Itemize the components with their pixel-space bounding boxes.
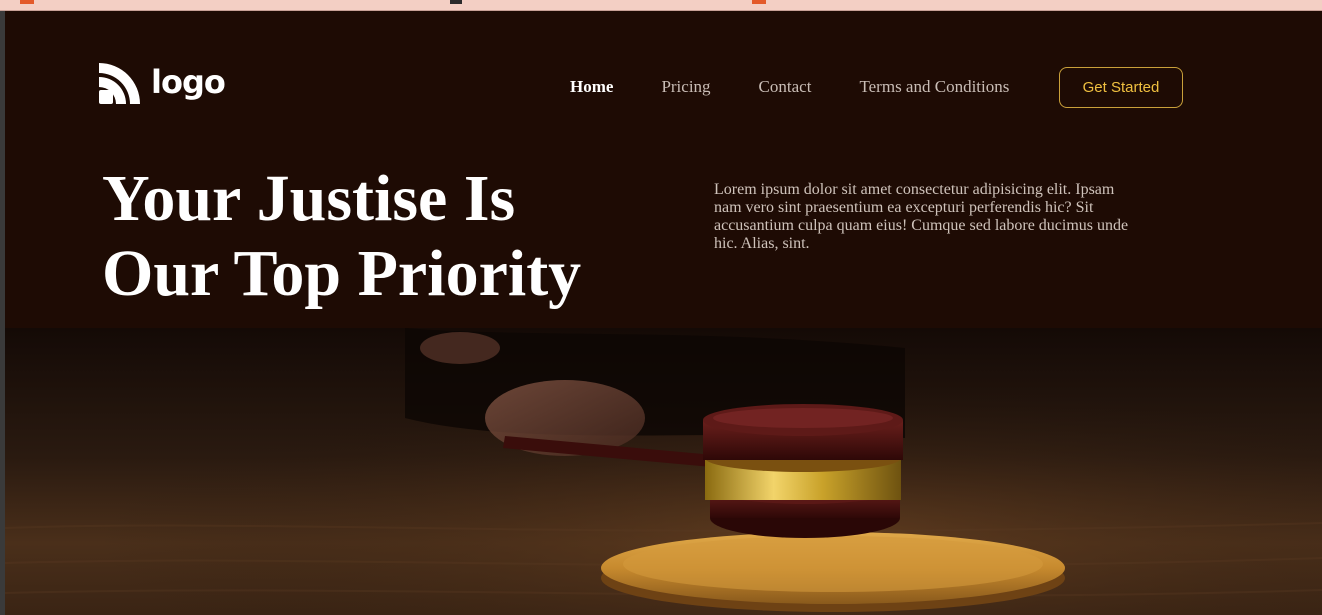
nav-item-contact[interactable]: Contact: [759, 77, 812, 97]
hero-headline: Your Justise Is Our Top Priority: [102, 161, 662, 311]
gavel-illustration: [5, 328, 1322, 615]
signal-arcs-icon: [99, 63, 140, 104]
judge-gavel-photo: [5, 328, 1322, 615]
headline-line-2: Our Top Priority: [102, 237, 582, 310]
tab-favicon-icon: [752, 0, 766, 4]
nav-item-pricing[interactable]: Pricing: [661, 77, 710, 97]
nav-item-home[interactable]: Home: [570, 77, 613, 97]
get-started-button[interactable]: Get Started: [1059, 67, 1183, 108]
logo[interactable]: logo: [99, 63, 226, 105]
main-nav: Home Pricing Contact Terms and Condition…: [570, 77, 1009, 97]
tab-favicon-icon: [20, 0, 34, 4]
tab-favicon-icon: [450, 0, 462, 4]
hero-header: logo Home Pricing Contact Terms and Cond…: [5, 11, 1322, 328]
browser-top-strip: [0, 0, 1322, 11]
hero-lead-text: Lorem ipsum dolor sit amet consectetur a…: [714, 181, 1129, 252]
nav-item-terms[interactable]: Terms and Conditions: [859, 77, 1009, 97]
headline-line-1: Your Justise Is: [102, 162, 516, 235]
logo-text: logo: [151, 63, 226, 101]
